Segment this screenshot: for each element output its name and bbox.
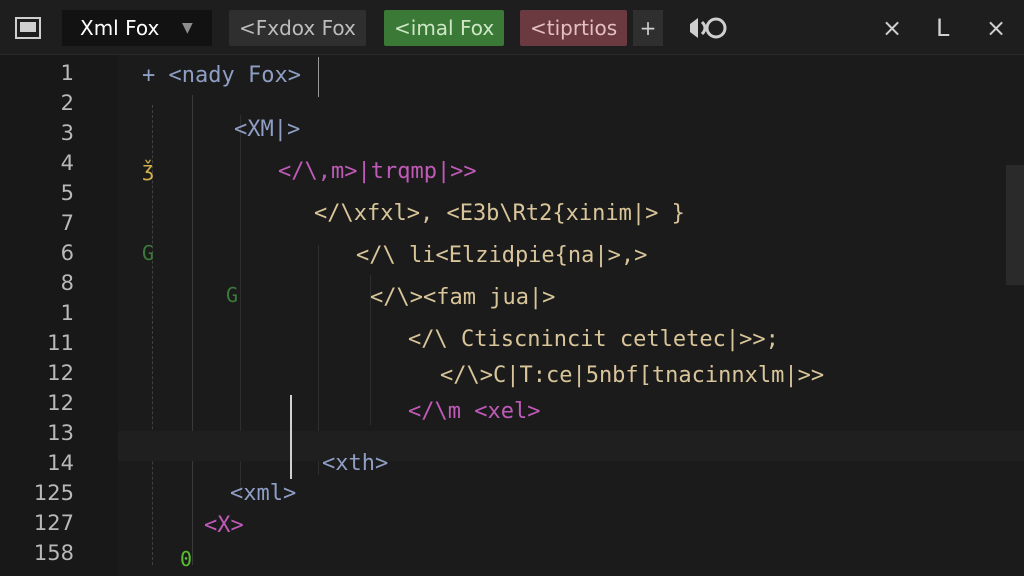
add-tab-icon[interactable]: +	[633, 10, 663, 46]
line-number: 2	[60, 91, 74, 115]
line-number: 4	[60, 151, 74, 175]
git-marker-icon[interactable]: G	[226, 283, 238, 307]
code-line-text: </\,m>|trqmp|>>	[278, 159, 477, 184]
line-number: 14	[47, 451, 74, 475]
close-window-icon[interactable]: ×	[986, 10, 1010, 46]
text-cursor	[318, 57, 319, 97]
code-line-text: </\ li<Elzidpie{na|>,>	[356, 243, 648, 268]
line-number: 125	[33, 481, 74, 505]
code-line: <X>	[204, 511, 244, 541]
code-line-text: <XM|>	[234, 117, 301, 142]
code-line: </\xfxl>, <E3b\Rt2{xinim|> }	[314, 199, 685, 229]
text-cursor	[290, 395, 292, 479]
tab-label: <imal Fox	[394, 16, 495, 40]
line-number: 8	[60, 271, 74, 295]
line-number: 5	[60, 181, 74, 205]
code-line: </\ Ctiscnincit cetletec|>>;	[408, 325, 779, 355]
line-number: 3	[60, 121, 74, 145]
code-line: </\ li<Elzidpie{na|>,>	[356, 241, 647, 271]
line-number: 7	[60, 211, 74, 235]
code-line: </\>C|T:ce|5nbf[tnacinnxlm|>>	[440, 361, 824, 391]
vertical-scrollbar[interactable]	[1006, 165, 1024, 285]
warning-marker-icon[interactable]: ǯ	[142, 157, 154, 181]
line-number: 11	[47, 331, 74, 355]
code-line-text: <xth>	[322, 451, 389, 476]
code-line: <XM|>	[234, 115, 300, 145]
chevron-down-icon[interactable]: ▼	[182, 10, 193, 46]
code-line-text: </\>C|T:ce|5nbf[tnacinnxlm|>>	[440, 363, 825, 388]
code-line-text: + <nady Fox>	[142, 63, 301, 88]
code-line: </\><fam jua|>	[370, 283, 555, 313]
code-line-text: </\><fam jua|>	[370, 285, 556, 310]
code-line: </\m <xel>	[408, 397, 540, 427]
tab-tiprtios[interactable]: <tiprtios	[520, 10, 628, 46]
close-icon[interactable]: ×	[882, 10, 906, 46]
active-tab[interactable]: Xml Fox ▼	[62, 10, 212, 46]
git-marker-icon[interactable]: G	[142, 241, 154, 265]
speaker-icon[interactable]	[684, 10, 734, 46]
code-line-text: </\xfxl>, <E3b\Rt2{xinim|> }	[314, 201, 685, 226]
line-number: 1	[60, 61, 74, 85]
code-line-text: <xml>	[230, 481, 297, 506]
line-number: 13	[47, 421, 74, 445]
code-line: + <nady Fox>	[142, 61, 301, 91]
line-number: 158	[33, 541, 74, 565]
code-line: </\,m>|trqmp|>>	[278, 157, 477, 187]
code-line-text: </\m <xel>	[408, 399, 541, 424]
active-tab-label: Xml Fox	[80, 16, 160, 40]
line-number: 6	[60, 241, 74, 265]
tab-imal-fox[interactable]: <imal Fox	[384, 10, 505, 46]
indent-guide	[192, 95, 193, 565]
line-number: 127	[33, 511, 74, 535]
code-line-text: <X>	[204, 513, 244, 538]
line-number: 12	[47, 361, 74, 385]
code-line: <xml>	[230, 479, 296, 509]
code-editor[interactable]: ǯ G G 0 + <nady Fox> <XM|> </\,m>|trqmp|…	[118, 55, 1024, 576]
maximize-icon[interactable]: L	[936, 10, 960, 46]
line-number: 1	[60, 301, 74, 325]
tab-fxdox-fox[interactable]: <Fxdox Fox	[229, 10, 366, 46]
tab-label: <tiprtios	[530, 16, 618, 40]
tab-label: <Fxdox Fox	[239, 16, 356, 40]
current-line-highlight	[118, 431, 1024, 461]
line-number: 12	[47, 391, 74, 415]
fold-marker-icon[interactable]: 0	[180, 547, 192, 571]
editor-toolbar: Xml Fox ▼ <Fxdox Fox <imal Fox <tiprtios…	[0, 0, 1024, 55]
code-line: <xth>	[322, 449, 388, 479]
file-icon[interactable]	[14, 10, 44, 46]
line-number-gutter: 1 2 3 4 5 7 6 8 1 11 12 12 13 14 125 127…	[0, 55, 118, 576]
code-line-text: </\ Ctiscnincit cetletec|>>;	[408, 327, 779, 352]
